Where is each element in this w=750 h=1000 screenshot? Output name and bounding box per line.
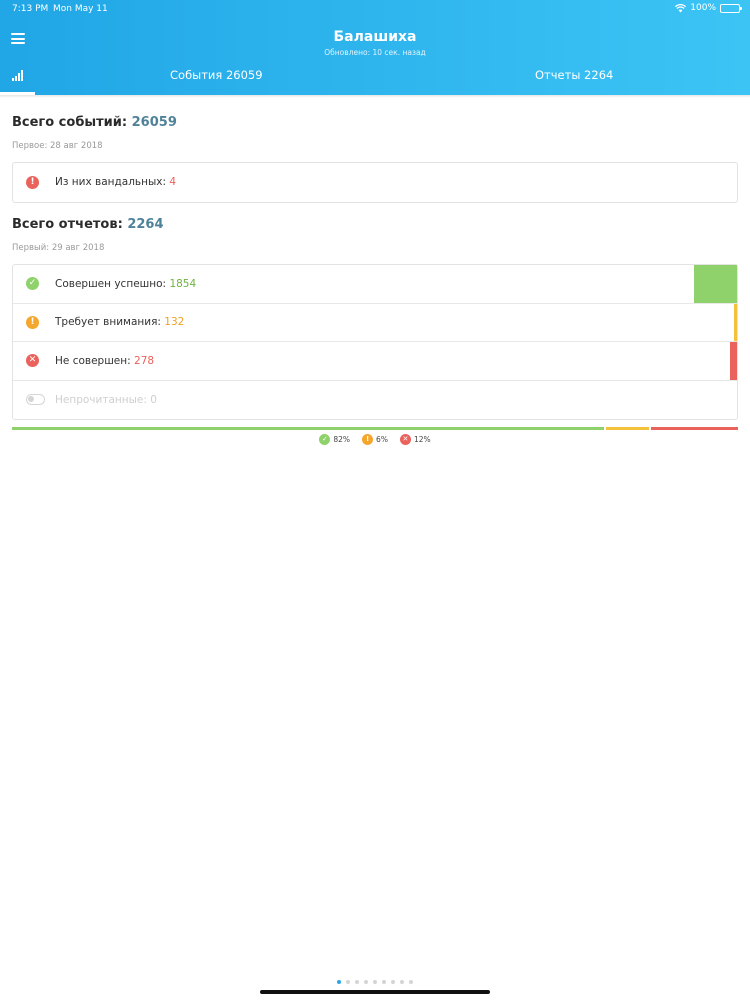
legend-error-pct: 12% [413, 435, 431, 444]
report-warning-label: Требует внимания: [55, 316, 161, 329]
legend-warning: ! 6% [362, 434, 388, 445]
report-error-label: Не совершен: [55, 354, 131, 367]
reports-first-date: Первый: 29 авг 2018 [12, 243, 105, 253]
tab-statistics[interactable] [0, 62, 35, 95]
battery-icon [720, 3, 742, 13]
page-dot[interactable] [373, 980, 377, 984]
app-header: 7:13 PM Mon May 11 100% Балашиха Обновле… [0, 0, 750, 95]
tab-events[interactable]: События 26059 [170, 68, 263, 82]
page-dot[interactable] [337, 980, 341, 984]
progress-success [12, 427, 605, 430]
reports-card: ✓ Совершен успешно: 1854 ! Требует внима… [12, 264, 738, 420]
events-total-value: 26059 [131, 115, 177, 130]
page-dot[interactable] [355, 980, 359, 984]
status-bar: 7:13 PM Mon May 11 100% [0, 0, 750, 18]
reports-total-heading: Всего отчетов: 2264 [12, 217, 164, 232]
report-row-unread[interactable]: Непрочитанные: 0 [13, 381, 737, 420]
legend-warning-pct: 6% [376, 435, 388, 444]
vandal-row[interactable]: ! Из них вандальных: 4 [13, 163, 737, 202]
events-total-heading: Всего событий: 26059 [12, 115, 177, 130]
vandal-label: Из них вандальных: 4 [55, 176, 177, 189]
legend-error: ✕ 12% [399, 434, 431, 445]
events-first-date: Первое: 28 авг 2018 [12, 141, 103, 151]
summary-progress-bar [12, 427, 738, 430]
warning-icon: ! [362, 434, 374, 445]
report-unread-label: Непрочитанные: [55, 393, 147, 406]
page-dot[interactable] [409, 980, 413, 984]
page-dot[interactable] [391, 980, 395, 984]
error-x-icon: ✕ [26, 354, 39, 368]
error-bar [730, 342, 737, 380]
events-card: ! Из них вандальных: 4 [12, 162, 738, 203]
events-total-label: Всего событий: [12, 115, 128, 130]
home-indicator[interactable] [260, 990, 490, 994]
progress-error [651, 427, 738, 430]
warning-icon: ! [26, 315, 39, 329]
page-dot[interactable] [346, 980, 350, 984]
report-row-success[interactable]: ✓ Совершен успешно: 1854 [13, 265, 737, 304]
header-shadow [0, 95, 750, 98]
report-success-label: Совершен успешно: [55, 277, 167, 290]
page-dot[interactable] [364, 980, 368, 984]
success-bar [694, 265, 737, 303]
wifi-icon [675, 3, 687, 13]
summary-legend: ✓ 82% ! 6% ✕ 12% [0, 434, 750, 445]
page-dot[interactable] [400, 980, 404, 984]
progress-warning [606, 427, 650, 430]
unread-toggle-icon [26, 394, 45, 406]
page-indicator[interactable] [0, 980, 750, 984]
alert-icon: ! [26, 175, 39, 189]
report-error-value: 278 [134, 354, 155, 367]
tab-bar: События 26059 Отчеты 2264 [0, 62, 750, 95]
warning-bar [734, 303, 737, 341]
battery-percent: 100% [690, 3, 716, 13]
check-icon: ✓ [319, 434, 331, 445]
reports-total-label: Всего отчетов: [12, 217, 123, 232]
report-success-value: 1854 [169, 277, 197, 290]
report-unread-value: 0 [150, 393, 157, 406]
reports-total-value: 2264 [127, 217, 164, 232]
error-x-icon: ✕ [399, 434, 411, 445]
vandal-value: 4 [169, 176, 177, 189]
report-warning-value: 132 [164, 316, 185, 329]
legend-success-pct: 82% [333, 435, 351, 444]
page-dot[interactable] [382, 980, 386, 984]
check-icon: ✓ [26, 277, 39, 291]
status-date: Mon May 11 [53, 4, 108, 14]
legend-success: ✓ 82% [319, 434, 350, 445]
status-time: 7:13 PM [12, 4, 49, 14]
page-subtitle: Обновлено: 10 сек. назад [324, 48, 426, 57]
report-row-warning[interactable]: ! Требует внимания: 132 [13, 303, 737, 342]
tab-reports[interactable]: Отчеты 2264 [535, 68, 613, 82]
status-indicators: 100% [675, 3, 742, 13]
bar-chart-icon [12, 70, 24, 81]
page-title: Балашиха [333, 29, 417, 45]
report-row-error[interactable]: ✕ Не совершен: 278 [13, 342, 737, 381]
